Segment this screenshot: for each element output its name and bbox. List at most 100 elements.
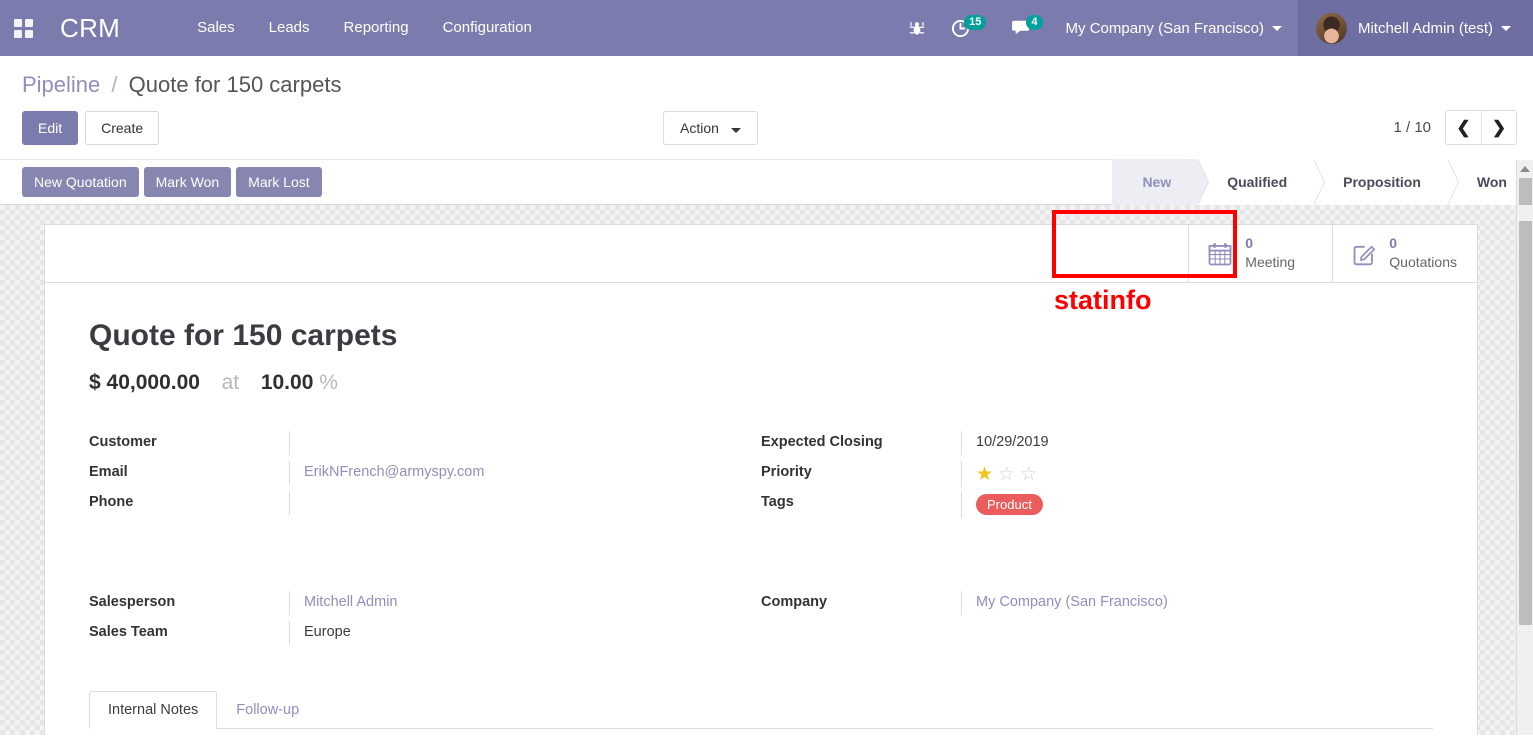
- mark-lost-button[interactable]: Mark Lost: [236, 167, 322, 197]
- avatar: [1315, 12, 1347, 44]
- control-panel: Pipeline / Quote for 150 carpets Edit Cr…: [0, 56, 1533, 159]
- stage-label: Proposition: [1343, 174, 1421, 190]
- activities-button[interactable]: 15: [938, 0, 999, 56]
- star-icon-2[interactable]: ☆: [998, 465, 1015, 484]
- field-value-email[interactable]: ErikNFrench@armyspy.com: [289, 461, 731, 485]
- breadcrumb-separator: /: [111, 72, 118, 97]
- field-priority: Priority ★ ☆ ☆: [761, 461, 1403, 491]
- stat-button-meeting[interactable]: 0 Meeting: [1188, 225, 1332, 282]
- field-email: Email ErikNFrench@armyspy.com: [89, 461, 731, 491]
- action-menu-button[interactable]: Action: [663, 110, 758, 145]
- fields-column-left: Customer Email ErikNFrench@armyspy.com P…: [89, 431, 761, 521]
- pager-previous-button[interactable]: ❮: [1446, 111, 1481, 144]
- scrollbar-top-segment[interactable]: [1516, 160, 1533, 206]
- email-link[interactable]: ErikNFrench@armyspy.com: [304, 464, 484, 480]
- stage-proposition[interactable]: Proposition: [1313, 159, 1459, 205]
- field-value-sales-team[interactable]: Europe: [289, 621, 731, 645]
- tab-internal-notes[interactable]: Internal Notes: [89, 691, 218, 729]
- field-value-customer[interactable]: [289, 431, 731, 455]
- expected-revenue-row: $ 40,000.00 at 10.00 %: [89, 371, 1433, 395]
- field-value-company[interactable]: My Company (San Francisco): [961, 591, 1403, 615]
- fields-group-divider: [89, 521, 1433, 555]
- page-title: Quote for 150 carpets: [89, 319, 398, 352]
- menu-item-reporting[interactable]: Reporting: [327, 0, 426, 56]
- field-label: Company: [761, 594, 828, 610]
- tab-follow-up[interactable]: Follow-up: [217, 691, 318, 729]
- pager-next-button[interactable]: ❯: [1481, 111, 1516, 144]
- field-expected-closing: Expected Closing 10/29/2019: [761, 431, 1403, 461]
- scroll-up-arrow-icon[interactable]: [1520, 166, 1530, 172]
- action-menu-label: Action: [680, 119, 719, 136]
- fields-column-left-2: Salesperson Mitchell Admin Sales Team Eu…: [89, 591, 761, 651]
- field-label: Phone: [89, 494, 134, 510]
- priority-stars[interactable]: ★ ☆ ☆: [976, 464, 1403, 484]
- field-label: Priority: [761, 464, 812, 480]
- stat-button-text: 0 Meeting: [1245, 235, 1295, 272]
- menu-item-leads[interactable]: Leads: [252, 0, 327, 56]
- vertical-scrollbar[interactable]: [1516, 205, 1533, 735]
- field-value-tags[interactable]: Product: [961, 491, 1403, 518]
- field-label: Tags: [761, 494, 794, 510]
- form-view-background: 0 Meeting 0 Quotations Quote for 150 car…: [0, 205, 1533, 735]
- bug-icon: [909, 21, 925, 35]
- stage-qualified[interactable]: Qualified: [1197, 159, 1326, 205]
- create-button[interactable]: Create: [85, 110, 160, 145]
- pager-buttons: ❮ ❯: [1445, 110, 1517, 145]
- user-name: Mitchell Admin (test): [1357, 19, 1493, 37]
- navbar-right-tools: 15 4 My Company (San Francisco) Mitchell…: [896, 0, 1533, 56]
- company-link[interactable]: My Company (San Francisco): [976, 594, 1168, 610]
- pencil-square-icon: [1351, 241, 1377, 267]
- sheet-body: Quote for 150 carpets $ 40,000.00 at 10.…: [45, 283, 1477, 729]
- field-label: Sales Team: [89, 624, 168, 640]
- field-value-expected-closing[interactable]: 10/29/2019: [961, 431, 1403, 455]
- star-icon-3[interactable]: ☆: [1020, 465, 1037, 484]
- breadcrumb-pipeline[interactable]: Pipeline: [22, 72, 100, 97]
- statusbar-buttons: New Quotation Mark Won Mark Lost: [22, 167, 322, 197]
- field-label: Customer: [89, 434, 157, 450]
- breadcrumb-current: Quote for 150 carpets: [128, 72, 342, 97]
- revenue-connector: at: [221, 371, 240, 394]
- fields-group-2: Salesperson Mitchell Admin Sales Team Eu…: [89, 591, 1433, 651]
- field-tags: Tags Product: [761, 491, 1403, 521]
- new-quotation-button[interactable]: New Quotation: [22, 167, 139, 197]
- annotation-label: statinfo: [1054, 285, 1152, 315]
- fields-column-right: Expected Closing 10/29/2019 Priority ★ ☆…: [761, 431, 1433, 521]
- fields-group-1: Customer Email ErikNFrench@armyspy.com P…: [89, 431, 1433, 521]
- salesperson-link[interactable]: Mitchell Admin: [304, 594, 397, 610]
- user-menu[interactable]: Mitchell Admin (test): [1297, 0, 1533, 56]
- menu-item-sales[interactable]: Sales: [180, 0, 252, 56]
- action-menu-wrap: Action: [663, 110, 758, 145]
- edit-button[interactable]: Edit: [22, 110, 79, 145]
- statusbar: New Quotation Mark Won Mark Lost New Qua…: [0, 159, 1533, 206]
- stat-buttons-bar: 0 Meeting 0 Quotations: [45, 225, 1477, 283]
- stat-value: 0: [1389, 235, 1398, 252]
- stat-value: 0: [1245, 235, 1254, 252]
- scrollbar-thumb-top[interactable]: [1519, 178, 1532, 206]
- activities-badge: 15: [964, 14, 987, 30]
- field-value-phone[interactable]: [289, 491, 731, 515]
- stage-new[interactable]: New: [1112, 159, 1210, 205]
- scrollbar-thumb[interactable]: [1519, 221, 1532, 625]
- messages-badge: 4: [1026, 14, 1043, 30]
- star-icon-1[interactable]: ★: [976, 465, 993, 484]
- field-value-priority[interactable]: ★ ☆ ☆: [961, 461, 1403, 487]
- field-salesperson: Salesperson Mitchell Admin: [89, 591, 731, 621]
- expected-revenue-value: $ 40,000.00: [89, 371, 200, 394]
- debug-bug-button[interactable]: [896, 0, 938, 56]
- apps-menu-toggle[interactable]: [0, 0, 46, 56]
- fields-column-right-2: Company My Company (San Francisco): [761, 591, 1433, 651]
- calendar-icon: [1207, 241, 1233, 267]
- field-value-salesperson[interactable]: Mitchell Admin: [289, 591, 731, 615]
- company-switcher[interactable]: My Company (San Francisco): [1056, 0, 1298, 56]
- probability-unit: %: [319, 371, 338, 394]
- mark-won-button[interactable]: Mark Won: [143, 167, 232, 197]
- menu-item-configuration[interactable]: Configuration: [426, 0, 549, 56]
- messages-button[interactable]: 4: [999, 0, 1055, 56]
- field-sales-team: Sales Team Europe: [89, 621, 731, 651]
- app-brand-crm[interactable]: CRM: [46, 13, 130, 44]
- stat-button-text: 0 Quotations: [1389, 235, 1457, 272]
- tag-product[interactable]: Product: [976, 494, 1043, 515]
- main-menu: Sales Leads Reporting Configuration: [180, 0, 549, 56]
- apps-grid-icon: [13, 18, 33, 38]
- stat-button-quotations[interactable]: 0 Quotations: [1332, 225, 1477, 282]
